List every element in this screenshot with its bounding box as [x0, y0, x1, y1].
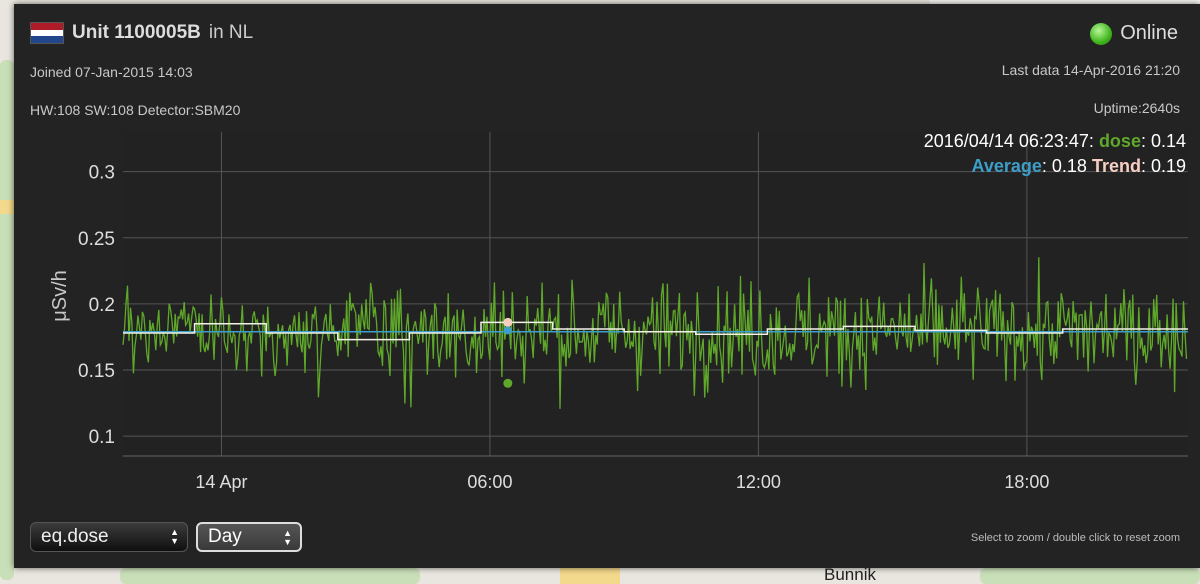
y-axis-labels: 0.1 0.15 0.2 0.25 0.3 — [78, 163, 115, 448]
select-arrows-icon: ▲ ▼ — [283, 528, 292, 547]
range-select-value: Day — [208, 526, 242, 547]
dose-chart-svg[interactable]: 0.10.150.20.250.3 14 Apr 06:00 12:00 18:00 … — [28, 124, 1188, 494]
chart-grid — [123, 132, 1188, 457]
chart-tooltip-line1: 2016/04/14 06:23:47: dose: 0.14 — [924, 131, 1186, 151]
map-park — [0, 60, 14, 580]
metric-select-value: eq.dose — [41, 526, 109, 547]
x-axis-labels: 14 Apr 06:00 12:00 18:00 — [195, 472, 1049, 492]
status-indicator: Online — [1090, 22, 1178, 45]
y-tick-label: 0.3 — [89, 163, 115, 184]
select-arrows-icon: ▲ ▼ — [170, 527, 179, 546]
hardware-info: HW:108 SW:108 Detector:SBM20 — [30, 102, 241, 118]
average-marker — [503, 326, 512, 335]
x-tick-label: 06:00 — [467, 472, 512, 492]
y-axis-title: μSv/h — [49, 270, 71, 322]
y-tick-label: 0.1 — [89, 427, 115, 448]
tooltip-average-label: Average — [972, 156, 1042, 176]
chart-tooltip-line2: Average: 0.18 Trend: 0.19 — [972, 156, 1187, 176]
y-tick-label: 0.2 — [89, 295, 115, 316]
map-road — [560, 568, 620, 584]
trend-marker — [503, 317, 513, 327]
status-text: Online — [1120, 22, 1178, 44]
nl-flag-icon — [30, 22, 64, 44]
joined-date: Joined 07-Jan-2015 14:03 — [30, 64, 193, 80]
flag-stripe — [31, 36, 63, 44]
range-select[interactable]: Day ▲ ▼ — [196, 522, 302, 552]
last-data-date: Last data 14-Apr-2016 21:20 — [1001, 62, 1180, 78]
plot-area — [123, 132, 1188, 456]
zoom-hint: Select to zoom / double click to reset z… — [970, 532, 1180, 544]
dose-marker — [503, 378, 513, 388]
map-park — [980, 568, 1200, 584]
x-tick-label: 18:00 — [1004, 472, 1049, 492]
y-tick-label: 0.15 — [78, 361, 115, 382]
x-tick-label: 14 Apr — [195, 472, 247, 492]
tooltip-trend-value: : 0.19 — [1141, 156, 1186, 176]
map-road — [0, 200, 14, 214]
tooltip-timestamp: 2016/04/14 06:23:47: — [924, 131, 1094, 151]
flag-stripe — [31, 29, 63, 37]
unit-id: Unit 1100005B — [72, 22, 201, 43]
unit-country: in NL — [208, 22, 254, 43]
uptime: Uptime:2640s — [1093, 100, 1180, 116]
flag-stripe — [31, 23, 63, 30]
tooltip-trend-label: Trend — [1092, 156, 1141, 176]
tooltip-dose-label: dose — [1099, 131, 1141, 151]
tooltip-dose-value: : 0.14 — [1141, 131, 1186, 151]
x-tick-label: 12:00 — [736, 472, 781, 492]
online-led-icon — [1090, 22, 1113, 45]
dose-chart[interactable]: 0.1 0.15 0.2 0.25 0.3 14 Apr 06:00 12:00 18:00 … — [28, 124, 1188, 494]
unit-title: Unit 1100005B in NL — [30, 22, 253, 44]
map-park — [120, 568, 420, 584]
tooltip-average-value: : 0.18 — [1042, 156, 1087, 176]
device-info-panel: Unit 1100005B in NL Online Joined 07-Jan… — [14, 4, 1200, 568]
metric-select[interactable]: eq.dose ▲ ▼ — [30, 522, 188, 552]
y-tick-label: 0.25 — [78, 229, 115, 250]
